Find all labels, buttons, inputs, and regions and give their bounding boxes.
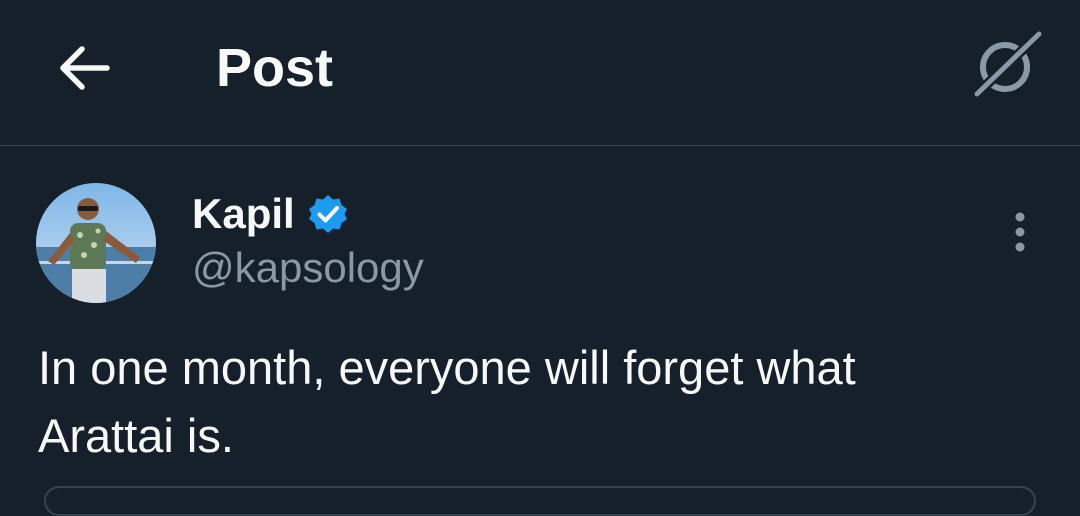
verified-badge-icon (307, 193, 349, 235)
more-options-button[interactable] (998, 206, 1042, 258)
more-vertical-icon (1015, 212, 1025, 252)
grok-button[interactable] (968, 30, 1046, 102)
author-name-text: Kapil (192, 190, 295, 237)
arrow-left-icon (60, 46, 110, 90)
author-name[interactable]: Kapil (192, 188, 349, 240)
back-button[interactable] (50, 36, 118, 100)
grok-icon (970, 30, 1044, 101)
author-handle[interactable]: @kapsology (192, 242, 424, 294)
media-card[interactable] (44, 486, 1036, 516)
post-text: In one month, everyone will forget what … (38, 341, 856, 462)
avatar-photo (36, 183, 156, 303)
author-avatar[interactable] (36, 183, 156, 303)
top-app-bar: Post (0, 0, 1080, 146)
page-title: Post (216, 38, 334, 98)
